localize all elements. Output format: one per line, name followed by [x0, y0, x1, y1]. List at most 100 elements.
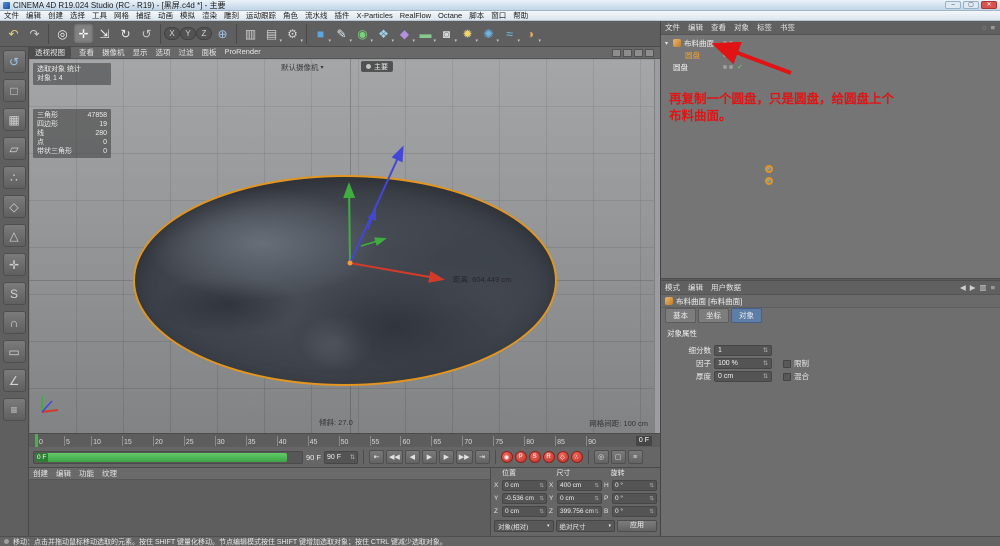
range-start-chip[interactable]: 0 F — [35, 452, 49, 462]
om-menu-item[interactable]: 文件 — [665, 22, 680, 33]
om-menu-item[interactable]: 书签 — [780, 22, 795, 33]
auto-keying-button[interactable]: ◎ — [593, 450, 609, 464]
previous-key-button[interactable]: ◀◀ — [386, 450, 403, 464]
redo-icon[interactable]: ↷ — [24, 23, 45, 44]
lock-x-axis-icon[interactable]: X — [164, 27, 180, 40]
goto-start-button[interactable]: ⇤ — [369, 450, 385, 464]
menubar-item[interactable]: 工具 — [92, 10, 107, 21]
spinner-icon[interactable]: ⇅ — [594, 496, 599, 502]
current-frame-field[interactable]: 90 F ⇅ — [324, 450, 359, 464]
menubar-item[interactable]: 帮助 — [513, 10, 528, 21]
viewport-menu-item[interactable]: 查看 — [79, 47, 94, 58]
material-menu-item[interactable]: 创建 — [33, 468, 48, 479]
attribute-tab[interactable]: 坐标 — [698, 308, 729, 323]
attr-menu-item[interactable]: 模式 — [665, 282, 680, 293]
record-keyframe-button[interactable]: ◉ — [500, 451, 513, 463]
size-y-field[interactable]: 0 cm ⇅ — [557, 493, 602, 504]
keying-parameter-button[interactable]: ◇ — [556, 451, 569, 463]
texture-mode-icon[interactable]: ▦ — [2, 108, 26, 131]
viewport-layout-icon[interactable] — [612, 48, 621, 57]
viewport-tab[interactable]: 透视视图 — [29, 46, 71, 59]
points-mode-icon[interactable]: ∴ — [2, 166, 26, 189]
menubar-item[interactable]: 网格 — [114, 10, 129, 21]
om-menu-item[interactable]: 对象 — [734, 22, 749, 33]
attr-menu-item[interactable]: 用户数据 — [711, 282, 741, 293]
rotation-p-field[interactable]: 0 ° ⇅ — [612, 493, 657, 504]
spinner-icon[interactable]: ⇅ — [763, 347, 768, 354]
coordinate-system-icon[interactable]: ⊕ — [212, 23, 233, 44]
menubar-item[interactable]: 捕捉 — [136, 10, 151, 21]
apply-button[interactable]: 应用 — [617, 520, 657, 532]
menubar-item[interactable]: 角色 — [283, 10, 298, 21]
viewport-layout-icon[interactable] — [634, 48, 643, 57]
om-menu-item[interactable]: 编辑 — [688, 22, 703, 33]
position-x-field[interactable]: 0 cm ⇅ — [502, 480, 547, 491]
size-z-field[interactable]: 399.756 cm ⇅ — [557, 506, 602, 517]
play-button[interactable]: ▶ — [421, 450, 437, 464]
viewport-menu-item[interactable]: 面板 — [202, 47, 217, 58]
preview-range-slider[interactable]: 0 F — [33, 450, 303, 464]
spinner-icon[interactable]: ⇅ — [594, 509, 599, 515]
viewport-menu-item[interactable]: 选项 — [156, 47, 171, 58]
menubar-item[interactable]: 选择 — [70, 10, 85, 21]
live-selection-icon[interactable]: ◎ — [52, 23, 73, 44]
deformers-icon[interactable]: ◆ ▾ — [394, 23, 415, 45]
keying-position-button[interactable]: P — [514, 451, 527, 463]
om-menu-item[interactable]: 查看 — [711, 22, 726, 33]
viewport-menu-item[interactable]: ProRender — [225, 47, 261, 58]
om-search-icon[interactable]: ◌ — [982, 23, 986, 32]
position-z-field[interactable]: 0 cm ⇅ — [502, 506, 547, 517]
spinner-icon[interactable]: ⇅ — [539, 483, 544, 489]
rotation-b-field[interactable]: 0 ° ⇅ — [612, 506, 657, 517]
light-objects-icon[interactable]: ✹ ▾ — [457, 23, 478, 45]
menubar-item[interactable]: 雕刻 — [224, 10, 239, 21]
viewport-solo-icon[interactable]: S — [2, 282, 26, 305]
menubar-item[interactable]: 创建 — [48, 10, 63, 21]
octane-menu-icon[interactable]: ◑ ▾ — [520, 23, 541, 45]
spinner-icon[interactable]: ⇅ — [649, 496, 654, 502]
menubar-item[interactable]: 脚本 — [469, 10, 484, 21]
keying-pla-button[interactable]: ∴ — [570, 451, 583, 463]
spline-pen-icon[interactable]: ✎ ▾ — [331, 23, 352, 45]
environment-icon[interactable]: ▬ ▾ — [415, 23, 437, 45]
previous-frame-button[interactable]: ◀ — [404, 450, 420, 464]
last-tool-icon[interactable]: ↺ — [136, 23, 157, 44]
attr-forward-icon[interactable]: ▶ — [970, 283, 976, 292]
attr-panel-icon[interactable]: ▥ — [980, 283, 987, 292]
menubar-item[interactable]: 动画 — [158, 10, 173, 21]
scale-tool-icon[interactable]: ⇲ — [94, 23, 115, 44]
undo-icon[interactable]: ↶ — [3, 23, 24, 44]
enable-axis-icon[interactable]: ✛ — [2, 253, 26, 276]
menubar-item[interactable]: 流水线 — [305, 10, 328, 21]
minimize-button[interactable]: – — [945, 1, 961, 9]
object-manager[interactable]: ▾布料曲面✓圆盘✓圆盘✓ 再复制一个圆盘，只是圆盘，给圆盘上个 布料曲面。 — [661, 35, 1000, 278]
size-x-field[interactable]: 400 cm ⇅ — [557, 480, 602, 491]
camera-hud[interactable]: 默认摄像机 ▾ — [281, 62, 324, 73]
coordinate-mode-dropdown[interactable]: 对象(相对) ▾ — [494, 520, 554, 532]
spinner-icon[interactable]: ⇅ — [594, 483, 599, 489]
viewport-menu-item[interactable]: 显示 — [133, 47, 148, 58]
rotation-h-field[interactable]: 0 ° ⇅ — [612, 480, 657, 491]
menubar-item[interactable]: 文件 — [4, 10, 19, 21]
spinner-icon[interactable]: ⇅ — [763, 373, 768, 380]
attribute-field[interactable]: 1 ⇅ — [714, 345, 772, 356]
display-filter-icon[interactable]: ≡ — [2, 398, 26, 421]
keying-rotation-button[interactable]: R — [542, 451, 555, 463]
viewport-menu-item[interactable]: 过滤 — [179, 47, 194, 58]
primitive-cube-icon[interactable]: ■ ▾ — [310, 23, 331, 45]
keying-scale-button[interactable]: S — [528, 451, 541, 463]
menubar-item[interactable]: 插件 — [335, 10, 350, 21]
viewport-layout-icon[interactable] — [623, 48, 632, 57]
checkbox[interactable] — [783, 372, 791, 381]
spinner-icon[interactable]: ⇅ — [649, 509, 654, 515]
render-view-icon[interactable]: ▥ — [240, 23, 261, 44]
spinner-icon[interactable]: ⇅ — [763, 360, 768, 367]
timeline-ruler[interactable]: 0 5 10 15 20 25 30 35 40 45 50 55 60 65 70 75 80 85 90 0 F — [29, 433, 660, 448]
viewport-layout-icon[interactable] — [645, 48, 654, 57]
camera-objects-icon[interactable]: ◙ ▾ — [436, 23, 457, 45]
menubar-item[interactable]: 编辑 — [26, 10, 41, 21]
spinner-icon[interactable]: ⇅ — [539, 496, 544, 502]
spinner-icon[interactable]: ⇅ — [539, 509, 544, 515]
keyframe-selection-button[interactable]: ▢ — [610, 450, 626, 464]
spinner-icon[interactable]: ⇅ — [350, 454, 355, 461]
